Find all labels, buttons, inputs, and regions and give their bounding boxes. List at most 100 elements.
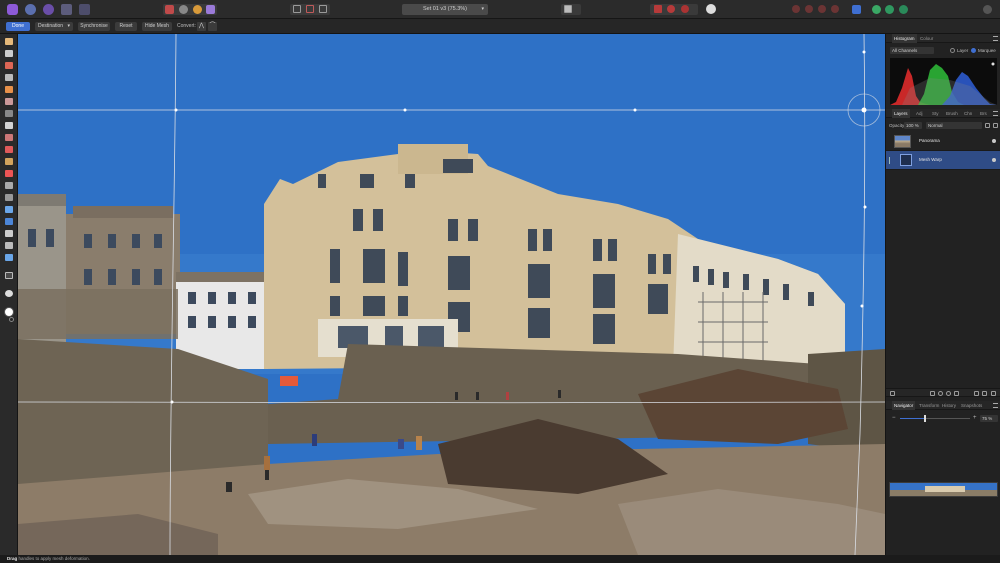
tab-adjustments[interactable]: Adj bbox=[914, 109, 925, 118]
photo-persona-icon[interactable] bbox=[7, 4, 18, 15]
snapping-icon[interactable] bbox=[667, 5, 675, 13]
develop-persona-icon[interactable] bbox=[43, 4, 54, 15]
colour-picker-icon[interactable] bbox=[5, 62, 13, 69]
panel-menu-icon[interactable] bbox=[993, 403, 998, 408]
flood-fill-icon[interactable] bbox=[5, 170, 13, 177]
auto-contrast-icon[interactable] bbox=[179, 5, 188, 14]
blend-mode-dropdown[interactable]: Normal bbox=[926, 122, 982, 129]
done-button[interactable]: Done bbox=[6, 22, 30, 31]
boolean-add-icon[interactable] bbox=[872, 5, 881, 14]
layer-row-panorama[interactable]: Panorama bbox=[886, 132, 1000, 151]
align-icon[interactable] bbox=[852, 5, 861, 14]
dodge-brush-icon[interactable] bbox=[5, 182, 13, 189]
layer-row-mesh-warp[interactable]: Mesh Warp bbox=[886, 151, 1000, 170]
tab-channels[interactable]: Chn bbox=[962, 109, 974, 118]
add-mask-icon[interactable] bbox=[930, 391, 935, 396]
paint-brush-icon[interactable] bbox=[5, 134, 13, 141]
tab-brs[interactable]: Brs bbox=[978, 109, 989, 118]
selection-brush-icon[interactable] bbox=[5, 86, 13, 93]
panel-menu-icon[interactable] bbox=[993, 36, 998, 41]
delete-layer-icon[interactable] bbox=[991, 391, 996, 396]
primary-colour-swatch[interactable] bbox=[4, 307, 14, 317]
tab-navigator[interactable]: Navigator bbox=[892, 401, 916, 410]
reset-button[interactable]: Reset bbox=[115, 22, 137, 31]
clone-brush-icon[interactable] bbox=[5, 194, 13, 201]
smudge-brush-icon[interactable] bbox=[5, 218, 13, 225]
adjustments-icon[interactable] bbox=[938, 391, 943, 396]
tab-layers[interactable]: Layers bbox=[892, 109, 910, 118]
opacity-field[interactable]: 100 % bbox=[904, 122, 922, 129]
tab-transform[interactable]: Transform bbox=[917, 401, 941, 410]
selected-mesh-node[interactable] bbox=[861, 107, 867, 113]
hide-mesh-button[interactable]: Hide Mesh bbox=[142, 22, 172, 31]
secondary-colour-swatch[interactable] bbox=[9, 317, 14, 322]
zoom-field[interactable]: 75 % bbox=[980, 415, 998, 422]
visibility-icon[interactable] bbox=[992, 158, 996, 162]
account-icon[interactable] bbox=[983, 5, 992, 14]
flood-select-icon[interactable] bbox=[5, 98, 13, 105]
arrange-back-icon[interactable] bbox=[805, 5, 813, 13]
navigator-preview[interactable] bbox=[889, 482, 998, 497]
crop-tool-icon[interactable] bbox=[5, 74, 13, 81]
liquify-persona-icon[interactable] bbox=[25, 4, 36, 15]
tone-mapping-persona-icon[interactable] bbox=[61, 4, 72, 15]
move-tool-icon[interactable] bbox=[5, 50, 13, 57]
assistant-manager-icon[interactable] bbox=[706, 4, 716, 14]
quick-mask-icon[interactable] bbox=[306, 5, 314, 13]
add-pixel-layer-icon[interactable] bbox=[954, 391, 959, 396]
document-canvas[interactable] bbox=[18, 34, 885, 555]
marquee-radio[interactable] bbox=[971, 48, 976, 53]
pixel-tool-icon[interactable] bbox=[5, 146, 13, 153]
zoom-tool-icon[interactable] bbox=[5, 290, 13, 297]
tab-styles[interactable]: Sty bbox=[930, 109, 941, 118]
tab-colour[interactable]: Colour bbox=[918, 34, 935, 43]
selection-mode-icon[interactable] bbox=[293, 5, 301, 13]
arrange-front-icon[interactable] bbox=[818, 5, 826, 13]
pen-tool-icon[interactable] bbox=[5, 230, 13, 237]
artistic-text-icon[interactable] bbox=[5, 254, 13, 261]
refine-selection-icon[interactable] bbox=[319, 5, 327, 13]
tab-snapshots[interactable]: Snapshots bbox=[959, 401, 984, 410]
tab-histogram[interactable]: Histogram bbox=[892, 34, 917, 43]
boolean-subtract-icon[interactable] bbox=[885, 5, 894, 14]
zoom-slider-handle[interactable] bbox=[923, 415, 926, 422]
tab-brushes[interactable]: Brush bbox=[944, 109, 960, 118]
assistant-icon[interactable] bbox=[681, 5, 689, 13]
marquee-tool-icon[interactable] bbox=[5, 110, 13, 117]
boolean-intersect-icon[interactable] bbox=[899, 5, 908, 14]
live-filters-icon[interactable] bbox=[946, 391, 951, 396]
convert-to-smooth-icon[interactable]: ⌒ bbox=[208, 22, 217, 31]
layer-settings-icon[interactable] bbox=[890, 391, 895, 396]
add-group-icon[interactable] bbox=[974, 391, 979, 396]
view-mode-icon[interactable] bbox=[564, 5, 572, 13]
blur-brush-icon[interactable] bbox=[5, 206, 13, 213]
zoom-in-icon[interactable]: + bbox=[973, 415, 977, 422]
export-persona-icon[interactable] bbox=[79, 4, 90, 15]
zoom-slider[interactable] bbox=[900, 415, 970, 422]
layer-lock-icon[interactable] bbox=[985, 123, 990, 128]
tab-history[interactable]: History bbox=[940, 401, 958, 410]
zoom-out-icon[interactable]: − bbox=[892, 415, 896, 422]
shape-tool-icon[interactable] bbox=[5, 242, 13, 249]
arrange-bottom-icon[interactable] bbox=[831, 5, 839, 13]
layer-radio[interactable] bbox=[950, 48, 955, 53]
document-title[interactable]: Set 01 v3 (75.3%) ▾ bbox=[402, 4, 488, 15]
auto-white-balance-icon[interactable] bbox=[206, 5, 215, 14]
convert-to-sharp-icon[interactable]: ⋀ bbox=[197, 22, 206, 31]
view-tool-icon[interactable] bbox=[5, 38, 13, 45]
erase-brush-icon[interactable] bbox=[5, 158, 13, 165]
mode-dropdown[interactable]: Destination ▾ bbox=[35, 22, 73, 31]
mesh-warp-tool-icon[interactable] bbox=[5, 272, 13, 279]
visibility-icon[interactable] bbox=[992, 139, 996, 143]
record-macro-icon[interactable] bbox=[654, 5, 662, 13]
auto-colours-icon[interactable] bbox=[193, 5, 202, 14]
channels-dropdown[interactable]: All Channels bbox=[890, 47, 934, 54]
auto-levels-icon[interactable] bbox=[165, 5, 174, 14]
arrange-forward-icon[interactable] bbox=[792, 5, 800, 13]
layer-name: Mesh Warp bbox=[919, 157, 942, 162]
synchronise-button[interactable]: Synchronise bbox=[78, 22, 110, 31]
panel-menu-icon[interactable] bbox=[993, 111, 998, 116]
add-layer-icon[interactable] bbox=[982, 391, 987, 396]
layer-options-icon[interactable] bbox=[993, 123, 998, 128]
freehand-select-icon[interactable] bbox=[5, 122, 13, 129]
